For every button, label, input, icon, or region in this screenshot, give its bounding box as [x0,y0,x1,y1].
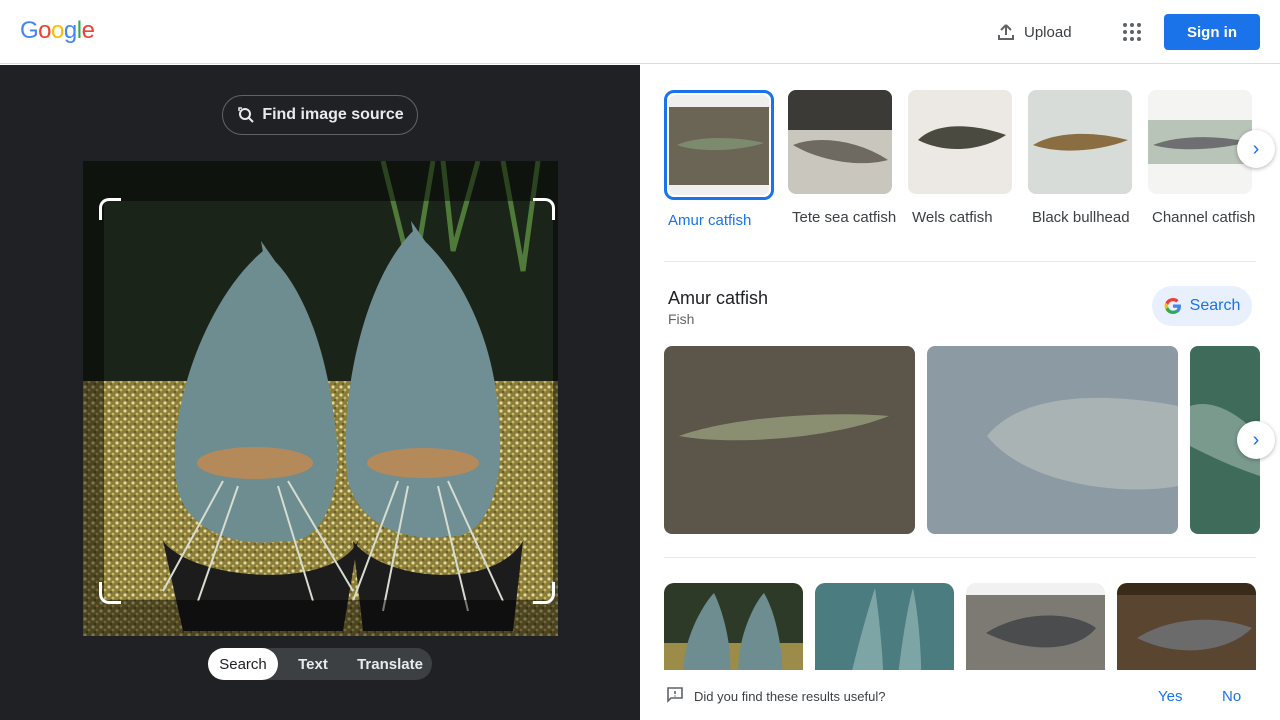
divider [664,557,1256,558]
lens-mode-switch: Search Text Translate [208,648,432,680]
feedback-bar: Did you find these results useful? Yes N… [640,670,1280,720]
entity-label: Wels catfish [912,209,993,226]
chevron-right-icon: › [1252,428,1260,451]
feedback-icon [667,687,683,703]
entity-thumbnail [1148,90,1252,194]
chevron-right-icon: › [1252,137,1260,160]
results-panel: Amur catfish Tete sea catfish Wels catfi… [640,65,1280,720]
google-g-icon [1164,298,1181,314]
logo-letter: o [51,17,64,44]
feedback-no-button[interactable]: No [1222,688,1241,705]
sign-in-button[interactable]: Sign in [1164,14,1260,50]
mode-translate-tab[interactable]: Translate [348,648,432,680]
crop-handle-top-right[interactable] [533,198,555,220]
knowledge-search-button[interactable]: Search [1152,286,1252,326]
entity-thumbnail [908,90,1012,194]
entity-chip-wels-catfish[interactable]: Wels catfish [908,90,1018,228]
upload-label: Upload [1024,23,1072,41]
upload-icon [998,24,1014,40]
top-bar: G o o g l e Upload Sign in [0,0,1280,64]
lens-viewer: Find image source Search Text Translate [0,65,640,720]
crop-handle-top-left[interactable] [99,198,121,220]
knowledge-title: Amur catfish [668,288,769,308]
result-image[interactable] [927,346,1178,534]
entity-chip-tete-sea-catfish[interactable]: Tete sea catfish [788,90,898,228]
entity-label: Amur catfish [668,212,752,229]
mode-search-tab[interactable]: Search [208,648,278,680]
divider [664,261,1256,262]
entity-label: Channel catfish [1152,209,1256,226]
find-image-source-label: Find image source [262,106,404,123]
logo-letter: g [63,17,77,44]
crop-handle-bottom-left[interactable] [99,582,121,604]
logo-letter: G [20,17,39,44]
entity-thumbnail [664,90,774,200]
google-logo[interactable]: G o o g l e [20,17,95,45]
knowledge-search-label: Search [1189,297,1241,314]
logo-letter: e [81,17,95,44]
apps-grid-icon[interactable] [1116,16,1148,48]
result-image[interactable] [664,346,915,534]
find-image-source-button[interactable]: Find image source [222,95,418,135]
crop-selection[interactable] [99,198,555,604]
feedback-question: Did you find these results useful? [694,689,886,704]
crop-handle-bottom-right[interactable] [533,582,555,604]
feedback-yes-button[interactable]: Yes [1158,688,1182,705]
knowledge-subtitle: Fish [668,311,695,327]
upload-button[interactable]: Upload [988,14,1080,50]
logo-letter: o [38,17,52,44]
entity-chip-black-bullhead[interactable]: Black bullhead [1028,90,1138,228]
entity-label: Black bullhead [1032,209,1130,226]
images-next-button[interactable]: › [1237,421,1275,459]
entity-carousel: Amur catfish Tete sea catfish Wels catfi… [664,90,1264,250]
entity-chip-amur-catfish[interactable]: Amur catfish [664,90,774,231]
mode-text-tab[interactable]: Text [278,648,348,680]
entity-next-button[interactable]: › [1237,130,1275,168]
entity-label: Tete sea catfish [792,209,897,226]
entity-thumbnail [1028,90,1132,194]
entity-thumbnail [788,90,892,194]
lens-search-icon [238,107,255,123]
